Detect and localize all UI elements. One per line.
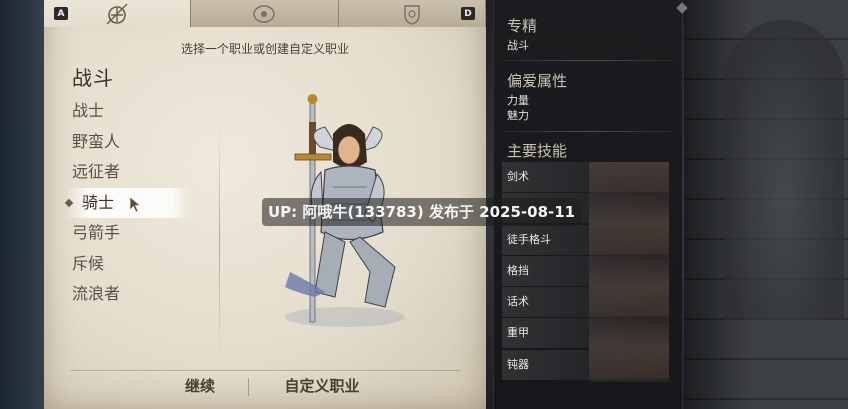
class-item-vagabond[interactable]: 流浪者 [72, 279, 212, 310]
class-item-crusader[interactable]: 远征者 [72, 157, 212, 188]
footer-divider [70, 370, 460, 371]
key-prev-tab: A [54, 7, 68, 20]
class-item-warrior[interactable]: 战士 [72, 96, 212, 127]
class-item-label: 骑士 [82, 192, 115, 212]
attribute-item: 魅力 [507, 109, 529, 122]
selected-marker-icon [64, 198, 74, 207]
skill-item[interactable]: 剑术 [502, 162, 674, 192]
continue-button[interactable]: 继续 [160, 374, 240, 398]
helmet-icon [106, 3, 128, 24]
skill-item[interactable]: 格挡 [502, 256, 674, 286]
skill-item[interactable]: 钝器 [502, 350, 674, 380]
background-left [0, 0, 48, 409]
skill-item[interactable]: 重甲 [502, 318, 674, 348]
crest-icon [404, 4, 420, 25]
tab-bar [44, 0, 486, 27]
custom-class-button[interactable]: 自定义职业 [262, 374, 382, 398]
skill-item[interactable]: 徒手格斗 [502, 225, 674, 255]
attribute-item: 力量 [507, 94, 529, 107]
section-divider [502, 131, 676, 132]
key-next-tab: D [461, 7, 475, 20]
class-item-barbarian[interactable]: 野蛮人 [72, 127, 212, 158]
button-separator [248, 378, 249, 396]
skills-title: 主要技能 [507, 142, 568, 160]
tab-background[interactable] [191, 0, 339, 27]
game-screen: A D 选择一个职业或创建自定义职业 战斗 战士 野蛮人 远征者 骑士 弓箭手 … [0, 0, 848, 409]
background-stone-wall [684, 0, 848, 409]
attributes-title: 偏爱属性 [507, 72, 568, 90]
category-title: 战斗 [72, 66, 114, 90]
uploader-watermark: UP: 阿哦牛(133783) 发布于 2025-08-11 [262, 198, 582, 226]
class-item-archer[interactable]: 弓箭手 [72, 218, 212, 249]
specialization-value: 战斗 [507, 39, 529, 52]
skill-item[interactable]: 话术 [502, 287, 674, 317]
mouse-cursor-icon [129, 196, 142, 213]
specialization-title: 专精 [507, 17, 538, 35]
class-item-scout[interactable]: 斥候 [72, 249, 212, 280]
divider [219, 120, 220, 360]
section-divider [502, 60, 676, 61]
instruction-text: 选择一个职业或创建自定义职业 [180, 42, 349, 56]
eye-emblem-icon [253, 4, 276, 23]
